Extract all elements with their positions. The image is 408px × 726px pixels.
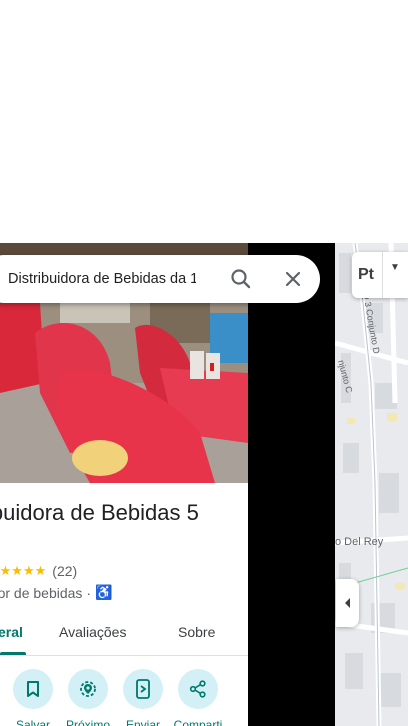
separator: ·	[86, 584, 92, 601]
chevron-left-icon	[344, 598, 350, 608]
save-button[interactable]: Salvar	[5, 669, 61, 726]
caret-down-icon[interactable]: ▼	[390, 262, 400, 273]
share-label: Comparti	[173, 718, 223, 726]
send-label: Enviar	[125, 718, 160, 726]
nearby-button[interactable]: Próximo	[60, 669, 116, 726]
nearby-label: Próximo	[65, 718, 110, 726]
search-input[interactable]: Distribuidora de Bebidas da 15	[8, 269, 196, 289]
tab-about[interactable]: Sobre	[178, 615, 215, 655]
search-icon[interactable]	[227, 265, 255, 293]
category-row: edor de bebidas · ♿	[0, 584, 113, 601]
place-panel: ibuidora de Bebidas 5 ★★★★★ (22) edor de…	[0, 243, 248, 726]
map-view[interactable]: Q 3 Conjunto D njunto C o Del Rey	[335, 243, 408, 726]
wheelchair-icon: ♿	[95, 584, 113, 600]
tab-reviews[interactable]: Avaliações	[59, 615, 126, 655]
collapse-panel-button[interactable]	[336, 579, 359, 627]
black-gap	[248, 243, 335, 726]
bookmark-icon	[13, 669, 53, 709]
share-icon	[178, 669, 218, 709]
place-title: ibuidora de Bebidas 5	[0, 500, 199, 525]
layer-button[interactable]: Pt ▼	[352, 252, 408, 298]
search-box[interactable]: Distribuidora de Bebidas da 15	[0, 255, 320, 303]
save-label: Salvar	[15, 718, 50, 726]
send-to-phone-button[interactable]: Enviar	[115, 669, 171, 726]
map-tiles: Q 3 Conjunto D njunto C o Del Rey	[335, 243, 408, 726]
tab-active-indicator	[0, 652, 26, 655]
street-label-3: o Del Rey	[335, 536, 384, 548]
review-count: (22)	[52, 563, 78, 579]
place-tabs: eral Avaliações Sobre	[0, 615, 248, 656]
blank-area	[0, 0, 408, 243]
place-category: edor de bebidas	[0, 584, 83, 601]
layer-label: Pt	[358, 266, 374, 283]
nearby-icon	[68, 669, 108, 709]
tab-overview[interactable]: eral	[0, 615, 23, 655]
action-row: Salvar Próximo Enviar Comparti	[0, 669, 248, 726]
close-icon[interactable]	[279, 265, 307, 293]
send-to-phone-icon	[123, 669, 163, 709]
layer-divider	[382, 252, 383, 298]
rating-row[interactable]: ★★★★★ (22)	[0, 563, 77, 579]
rating-stars: ★★★★★	[0, 563, 47, 578]
share-button[interactable]: Comparti	[170, 669, 226, 726]
